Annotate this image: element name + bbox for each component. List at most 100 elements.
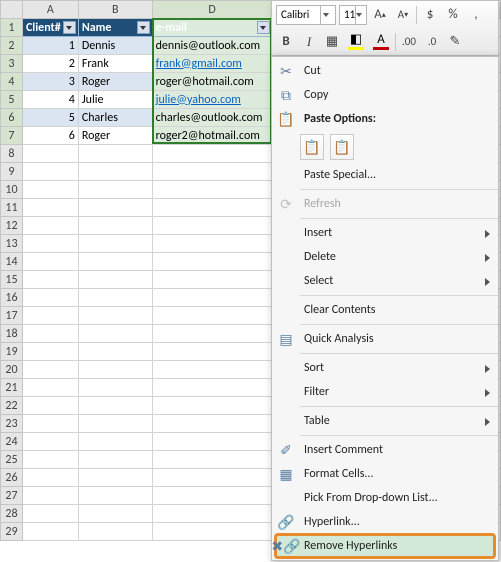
row-header[interactable]: 19 [1, 343, 23, 361]
cell[interactable] [22, 379, 78, 397]
percent-format-button[interactable]: % [443, 5, 463, 25]
menu-copy[interactable]: ⧉ Copy [272, 83, 498, 107]
menu-sort[interactable]: Sort [272, 356, 498, 380]
increase-decimal-button[interactable]: .00 [399, 32, 419, 52]
menu-format-cells[interactable]: ▦ Format Cells... [272, 462, 498, 486]
cell[interactable] [78, 397, 152, 415]
cell[interactable] [152, 199, 272, 217]
table-header-cell[interactable]: Client# [22, 19, 78, 37]
menu-select[interactable]: Select [272, 269, 498, 293]
menu-pick-from-list[interactable]: Pick From Drop-down List... [272, 486, 498, 510]
table-header-cell[interactable]: Name [78, 19, 152, 37]
cell[interactable] [152, 307, 272, 325]
cell[interactable] [22, 523, 78, 541]
row-header[interactable]: 12 [1, 217, 23, 235]
row-header[interactable]: 5 [1, 91, 23, 109]
row-header[interactable]: 8 [1, 145, 23, 163]
cell[interactable] [78, 307, 152, 325]
cell[interactable] [22, 253, 78, 271]
cell[interactable] [78, 523, 152, 541]
cell-email[interactable]: dennis@outlook.com [152, 37, 272, 55]
cell[interactable] [152, 235, 272, 253]
cell[interactable] [78, 199, 152, 217]
cell[interactable] [22, 235, 78, 253]
dropdown-icon[interactable] [320, 6, 331, 24]
cell[interactable]: Roger [78, 73, 152, 91]
cell[interactable]: 3 [22, 73, 78, 91]
font-name-select[interactable]: Calibri [276, 5, 336, 25]
cell[interactable]: 1 [22, 37, 78, 55]
row-header[interactable]: 16 [1, 289, 23, 307]
row-header[interactable]: 22 [1, 397, 23, 415]
fill-color-button[interactable]: ◧ [345, 32, 367, 52]
font-color-button[interactable]: A [370, 32, 392, 52]
row-header[interactable]: 25 [1, 451, 23, 469]
row-header[interactable]: 15 [1, 271, 23, 289]
cell-email[interactable]: julie@yahoo.com [152, 91, 272, 109]
cell[interactable] [152, 505, 272, 523]
cell[interactable]: Charles [78, 109, 152, 127]
menu-remove-hyperlinks[interactable]: ✖🔗 Remove Hyperlinks [272, 534, 498, 558]
cell[interactable] [22, 325, 78, 343]
cell[interactable] [22, 181, 78, 199]
cell[interactable] [22, 343, 78, 361]
cell[interactable] [78, 451, 152, 469]
menu-insert-comment[interactable]: ✐ Insert Comment [272, 438, 498, 462]
cell[interactable] [152, 379, 272, 397]
cell[interactable] [78, 469, 152, 487]
row-header[interactable]: 6 [1, 109, 23, 127]
menu-filter[interactable]: Filter [272, 380, 498, 404]
cell[interactable] [22, 271, 78, 289]
cell[interactable] [78, 361, 152, 379]
cell[interactable] [152, 289, 272, 307]
increase-font-button[interactable]: A▴ [370, 5, 390, 25]
row-header[interactable]: 21 [1, 379, 23, 397]
cell[interactable] [22, 217, 78, 235]
cell[interactable] [78, 379, 152, 397]
paste-values-button[interactable]: 📋 [330, 134, 354, 160]
cell[interactable]: 4 [22, 91, 78, 109]
cell[interactable] [152, 271, 272, 289]
cell[interactable] [78, 343, 152, 361]
borders-button[interactable]: ▦ [322, 32, 342, 52]
cell[interactable] [152, 253, 272, 271]
decrease-decimal-button[interactable]: .0 [422, 32, 442, 52]
column-header[interactable]: A [22, 1, 78, 19]
cell[interactable]: Julie [78, 91, 152, 109]
row-header[interactable]: 3 [1, 55, 23, 73]
cell[interactable] [22, 469, 78, 487]
decrease-font-button[interactable]: A▾ [393, 5, 413, 25]
cell[interactable] [152, 145, 272, 163]
column-header[interactable]: B [78, 1, 152, 19]
italic-button[interactable]: I [299, 32, 319, 52]
cell[interactable] [78, 505, 152, 523]
cell[interactable]: Frank [78, 55, 152, 73]
cell[interactable] [78, 289, 152, 307]
cell[interactable]: 5 [22, 109, 78, 127]
cell[interactable] [78, 163, 152, 181]
row-header[interactable]: 14 [1, 253, 23, 271]
comma-format-button[interactable]: , [466, 5, 486, 25]
row-header[interactable]: 4 [1, 73, 23, 91]
row-header[interactable]: 2 [1, 37, 23, 55]
menu-clear-contents[interactable]: Clear Contents [272, 298, 498, 322]
menu-cut[interactable]: ✂ Cut [272, 59, 498, 83]
cell[interactable] [22, 451, 78, 469]
cell[interactable] [22, 199, 78, 217]
cell[interactable] [78, 433, 152, 451]
cell[interactable]: Roger [78, 127, 152, 145]
row-header[interactable]: 10 [1, 181, 23, 199]
cell[interactable] [22, 487, 78, 505]
menu-quick-analysis[interactable]: ▤ Quick Analysis [272, 327, 498, 351]
row-header[interactable]: 26 [1, 469, 23, 487]
filter-arrow-icon[interactable] [257, 21, 270, 34]
cell[interactable] [152, 451, 272, 469]
cell[interactable] [152, 343, 272, 361]
cell[interactable] [152, 469, 272, 487]
cell[interactable]: 2 [22, 55, 78, 73]
cell[interactable] [152, 181, 272, 199]
cell[interactable] [22, 361, 78, 379]
row-header[interactable]: 1 [1, 19, 23, 37]
column-header[interactable]: D [152, 1, 272, 19]
paste-button[interactable]: 📋 [300, 134, 324, 160]
